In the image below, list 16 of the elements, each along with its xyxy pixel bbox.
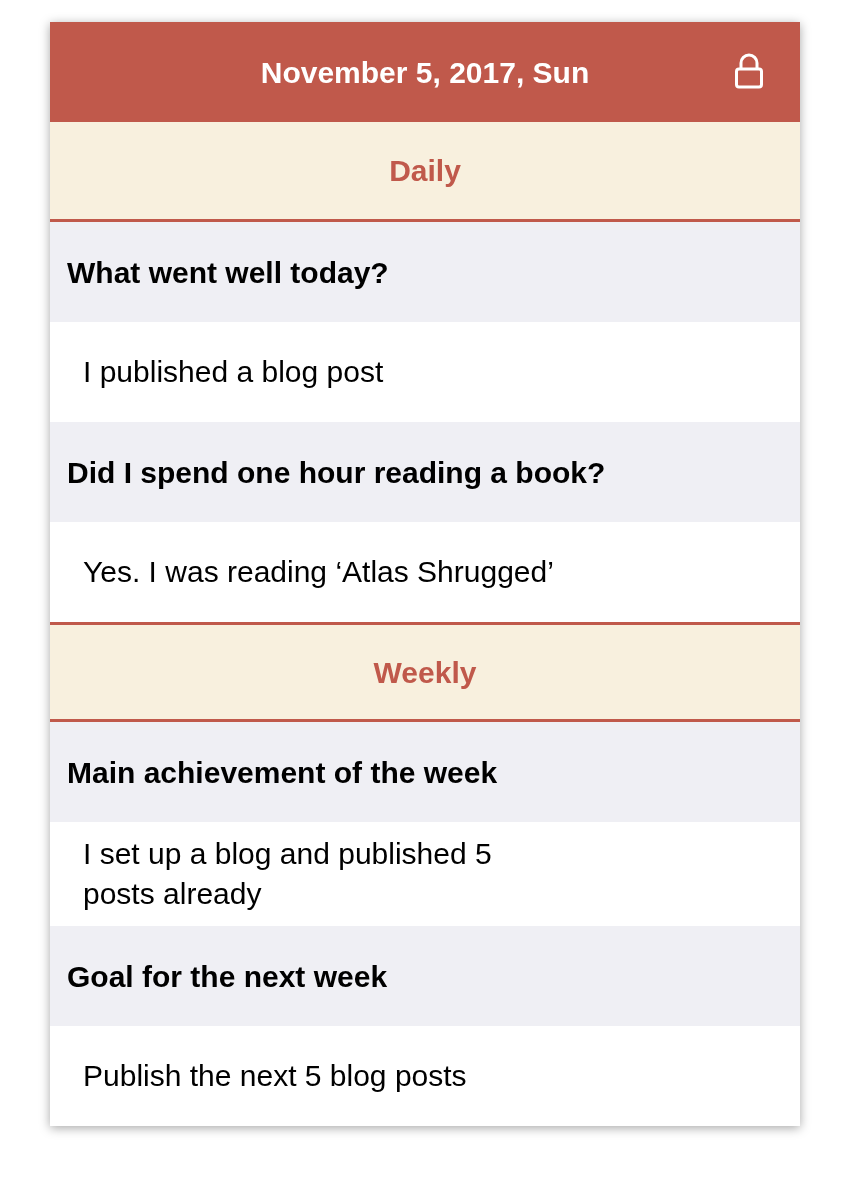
answer-field[interactable]: I set up a blog and published 5 posts already (50, 822, 800, 926)
answer-text: Publish the next 5 blog posts (83, 1058, 467, 1094)
answer-text: I set up a blog and published 5 posts already (83, 836, 492, 912)
section-title: Daily (389, 153, 461, 189)
answer-field[interactable]: Publish the next 5 blog posts (50, 1026, 800, 1126)
answer-text: I published a blog post (83, 354, 384, 390)
answer-text: Yes. I was reading ‘Atlas Shrugged’ (83, 554, 554, 590)
question-text: Did I spend one hour reading a book? (67, 454, 606, 491)
question-text: Main achievement of the week (67, 754, 498, 791)
question-text: What went well today? (67, 254, 389, 291)
lock-icon[interactable] (734, 52, 764, 90)
answer-field[interactable]: Yes. I was reading ‘Atlas Shrugged’ (50, 522, 800, 622)
question-text: Goal for the next week (67, 958, 388, 995)
date-title: November 5, 2017, Sun (260, 54, 590, 91)
answer-field[interactable]: I published a blog post (50, 322, 800, 422)
section-title: Weekly (373, 654, 477, 691)
